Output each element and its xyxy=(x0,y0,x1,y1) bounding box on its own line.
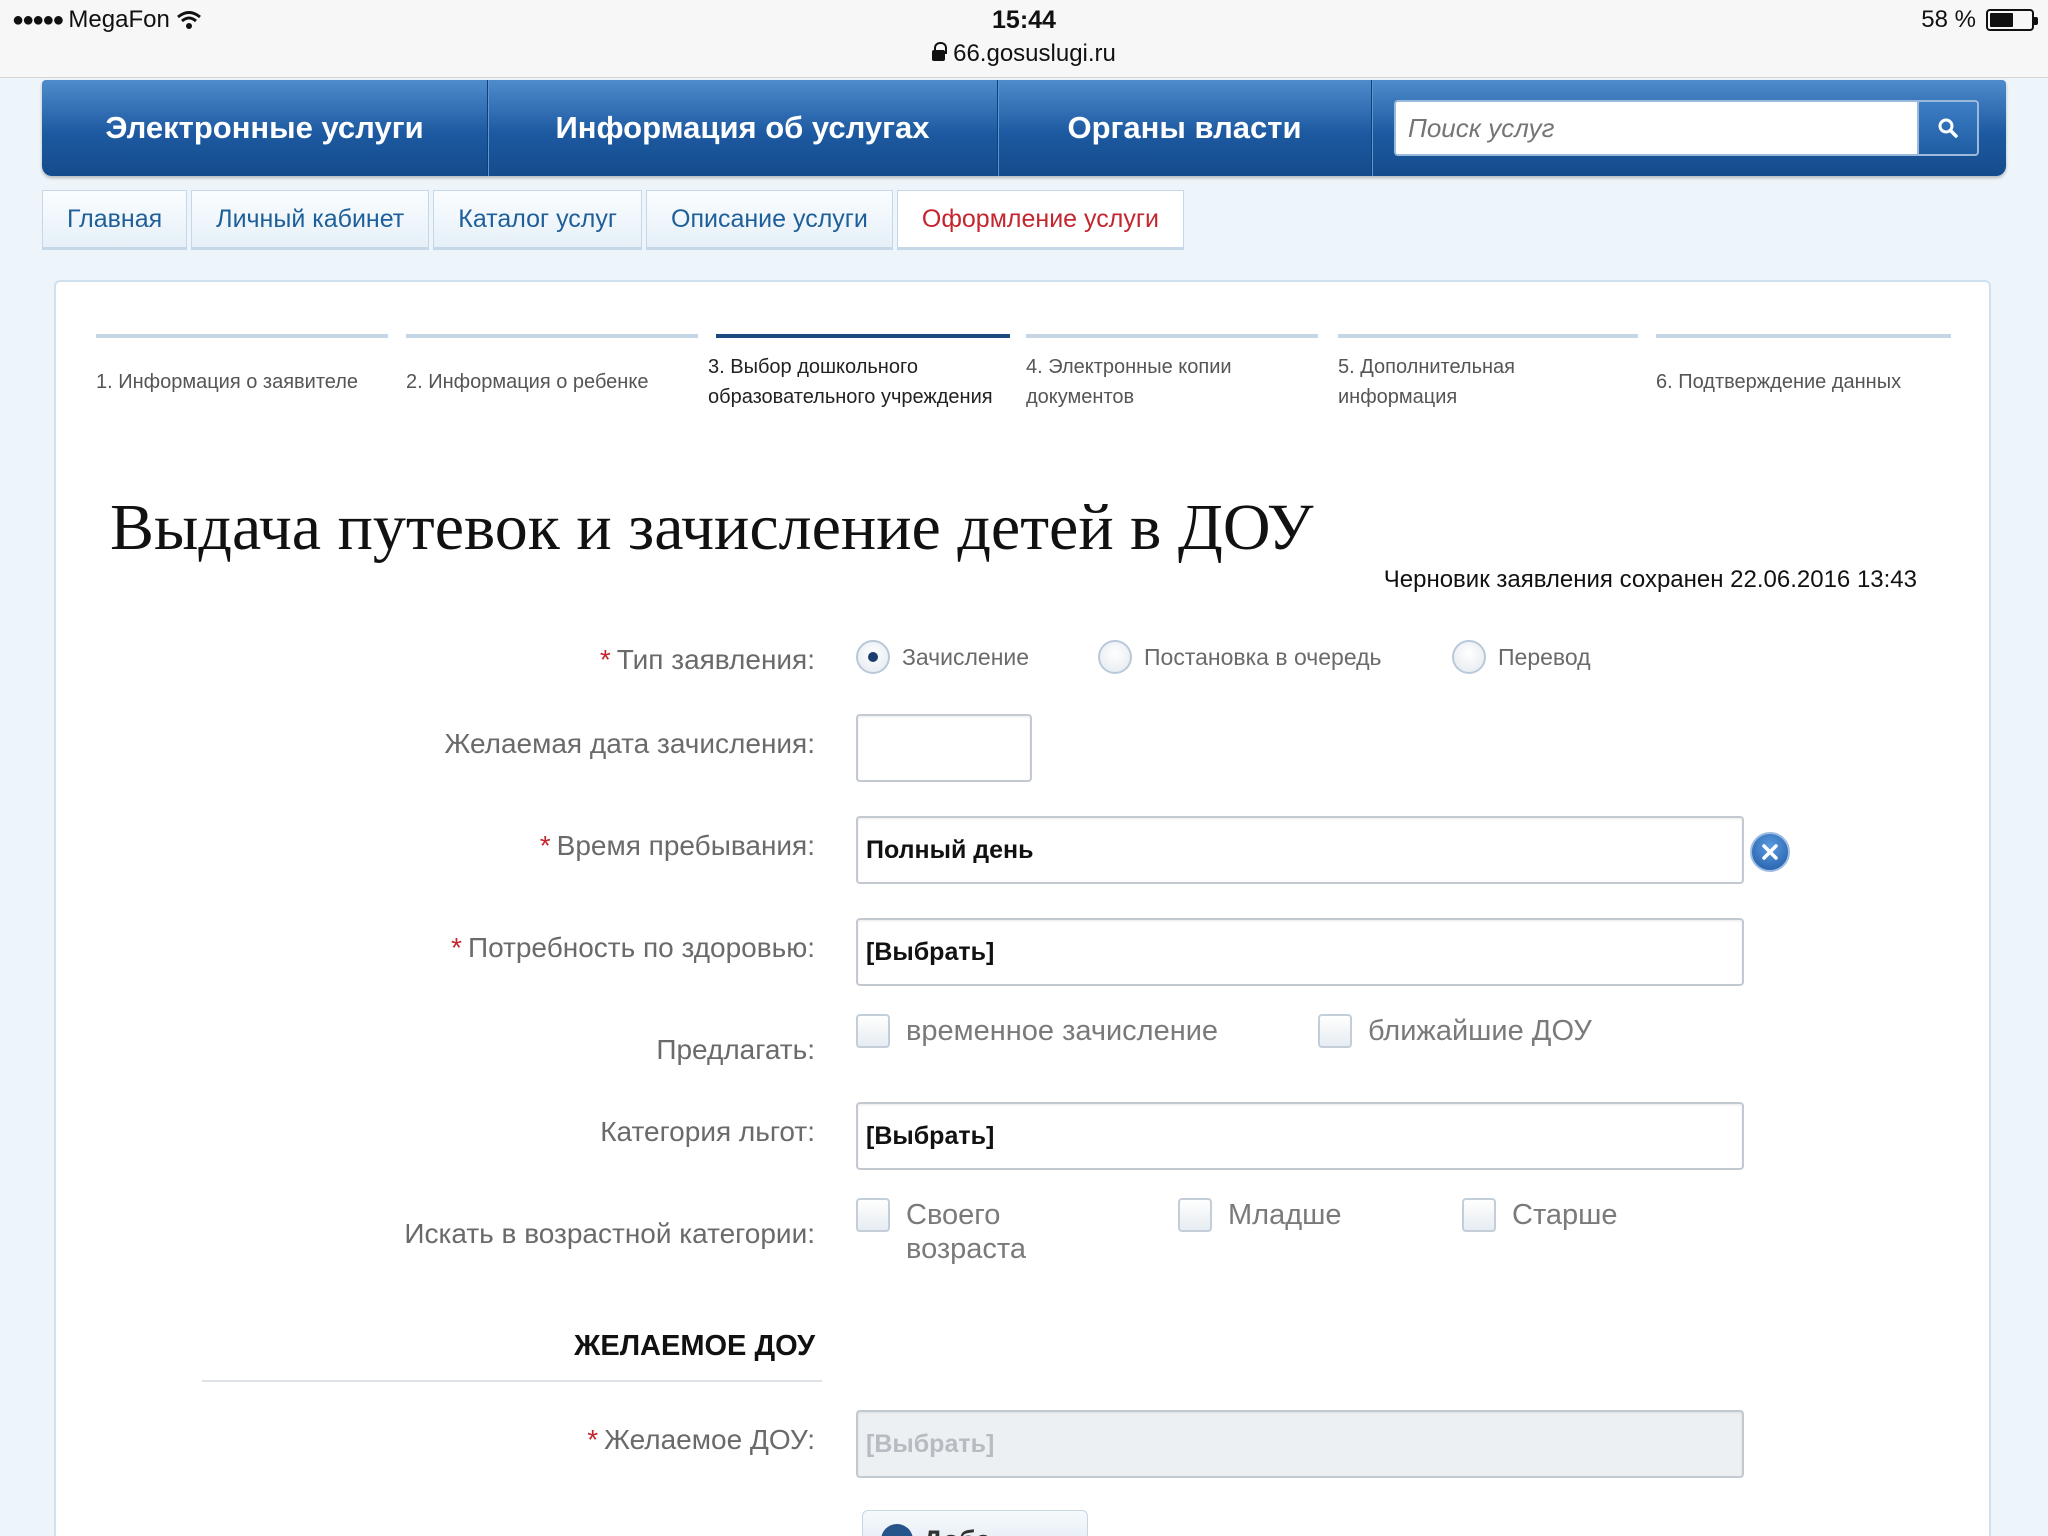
nav-services-info[interactable]: Информация об услугах xyxy=(488,80,998,176)
search-area xyxy=(1372,80,2006,176)
step-2[interactable]: 2. Информация о ребенке xyxy=(406,334,698,397)
step-bar xyxy=(1338,334,1638,338)
step-bar xyxy=(96,334,388,338)
stay-time-select[interactable]: Полный день xyxy=(856,816,1744,884)
checkbox-label: Старше xyxy=(1512,1199,1618,1231)
health-needs-select[interactable]: [Выбрать] xyxy=(856,918,1744,986)
checkbox-nearest-dou[interactable]: ближайшие ДОУ xyxy=(1318,1014,1592,1048)
add-button-label: Доба... xyxy=(923,1525,1013,1536)
checkbox-box xyxy=(856,1014,890,1048)
clear-selection-button[interactable] xyxy=(1750,832,1790,872)
offer-label: Предлагать: xyxy=(656,1034,815,1065)
search-icon xyxy=(1938,118,1958,138)
radio-circle xyxy=(856,640,890,674)
search-button[interactable] xyxy=(1919,100,1979,156)
checkbox-label: ближайшие ДОУ xyxy=(1368,1015,1592,1047)
radio-label: Зачисление xyxy=(902,643,1030,670)
step-4[interactable]: 4. Электронные копии документов xyxy=(1026,334,1318,412)
nav-electronic-services[interactable]: Электронные услуги xyxy=(42,80,488,176)
desired-date-input[interactable] xyxy=(856,714,1032,782)
section-divider xyxy=(202,1380,822,1382)
battery-fill xyxy=(1990,13,2014,27)
label-text: Желаемое ДОУ: xyxy=(604,1424,815,1455)
section-title: ЖЕЛАЕМОЕ ДОУ xyxy=(574,1330,815,1362)
desired-dou-select[interactable]: [Выбрать] xyxy=(856,1410,1744,1478)
label-text: Тип заявления: xyxy=(616,644,815,675)
step-5[interactable]: 5. Дополнительная информация xyxy=(1338,334,1638,412)
checkbox-temporary-enrollment[interactable]: временное зачисление xyxy=(856,1014,1218,1048)
step-bar xyxy=(1656,334,1951,338)
breadcrumb: Главная Личный кабинет Каталог услуг Опи… xyxy=(42,190,1188,250)
lock-icon xyxy=(932,42,948,61)
add-icon xyxy=(881,1524,913,1536)
checkbox-younger[interactable]: Младше xyxy=(1178,1198,1342,1232)
age-category-label: Искать в возрастной категории: xyxy=(404,1218,815,1249)
checkbox-box xyxy=(1318,1014,1352,1048)
step-1[interactable]: 1. Информация о заявителе xyxy=(96,334,388,397)
radio-circle xyxy=(1098,640,1132,674)
radio-circle xyxy=(1452,640,1486,674)
required-asterisk: * xyxy=(539,830,551,861)
application-type-label: * Тип заявления: xyxy=(600,644,815,676)
breadcrumb-description[interactable]: Описание услуги xyxy=(646,190,893,250)
step-bar xyxy=(1026,334,1318,338)
checkbox-label: Младше xyxy=(1228,1199,1342,1231)
form-panel: 1. Информация о заявителе 2. Информация … xyxy=(54,280,1991,1536)
checkbox-box xyxy=(1178,1198,1212,1232)
benefits-select[interactable]: [Выбрать] xyxy=(856,1102,1744,1170)
step-label: 5. Дополнительная информация xyxy=(1338,356,1516,408)
label-text: Время пребывания: xyxy=(556,830,815,861)
required-asterisk: * xyxy=(451,932,462,963)
stay-time-label: * Время пребывания: xyxy=(540,830,815,862)
checkbox-label: временное зачисление xyxy=(906,1015,1219,1047)
address-bar[interactable]: 66.gosuslugi.ru xyxy=(0,40,2048,68)
breadcrumb-catalog[interactable]: Каталог услуг xyxy=(433,190,643,250)
radio-queue[interactable]: Постановка в очередь xyxy=(1098,640,1382,674)
add-button[interactable]: Доба... xyxy=(862,1510,1088,1536)
url-text: 66.gosuslugi.ru xyxy=(953,40,1116,67)
step-label: 4. Электронные копии документов xyxy=(1026,356,1232,408)
checkbox-box xyxy=(856,1198,890,1232)
step-label: 6. Подтверждение данных xyxy=(1656,371,1902,393)
battery-info: 58 % xyxy=(1921,6,2038,34)
benefits-label: Категория льгот: xyxy=(600,1116,815,1147)
close-icon xyxy=(1762,844,1778,860)
desired-date-label: Желаемая дата зачисления: xyxy=(444,728,815,759)
radio-label: Постановка в очередь xyxy=(1144,643,1382,670)
clock: 15:44 xyxy=(992,6,1056,34)
nav-authorities[interactable]: Органы власти xyxy=(998,80,1372,176)
radio-label: Перевод xyxy=(1498,643,1591,670)
checkbox-label: Своего возраста xyxy=(906,1199,1027,1265)
main-navigation: Электронные услуги Информация об услугах… xyxy=(42,80,2006,176)
step-label: 2. Информация о ребенке xyxy=(406,371,649,393)
checkbox-box xyxy=(1462,1198,1496,1232)
breadcrumb-home[interactable]: Главная xyxy=(42,190,188,250)
radio-enrollment[interactable]: Зачисление xyxy=(856,640,1029,674)
step-6[interactable]: 6. Подтверждение данных xyxy=(1656,334,1951,397)
health-needs-label: * Потребность по здоровью: xyxy=(451,932,815,964)
checkbox-own-age[interactable]: Своего возраста xyxy=(856,1198,1086,1266)
step-3[interactable]: 3. Выбор дошкольного образовательного уч… xyxy=(708,334,1010,412)
search-input[interactable] xyxy=(1394,100,1919,156)
checkbox-older[interactable]: Старше xyxy=(1462,1198,1618,1232)
step-label: 3. Выбор дошкольного образовательного уч… xyxy=(708,356,993,408)
page-title: Выдача путевок и зачисление детей в ДОУ xyxy=(110,491,1314,564)
ios-status-bar: ●●●●● MegaFon 15:44 66.gosuslugi.ru 58 % xyxy=(0,0,2048,78)
breadcrumb-current: Оформление услуги xyxy=(896,190,1184,250)
desired-dou-label: * Желаемое ДОУ: xyxy=(587,1424,815,1456)
step-bar xyxy=(406,334,698,338)
breadcrumb-account[interactable]: Личный кабинет xyxy=(191,190,430,250)
step-label: 1. Информация о заявителе xyxy=(96,371,359,393)
battery-percent: 58 % xyxy=(1921,6,1976,33)
draft-saved-status: Черновик заявления сохранен 22.06.2016 1… xyxy=(1383,566,1917,593)
label-text: Потребность по здоровью: xyxy=(467,932,815,963)
step-bar xyxy=(716,334,1010,338)
radio-transfer[interactable]: Перевод xyxy=(1452,640,1591,674)
required-asterisk: * xyxy=(587,1424,599,1455)
required-asterisk: * xyxy=(599,644,611,675)
battery-icon xyxy=(1986,9,2038,31)
